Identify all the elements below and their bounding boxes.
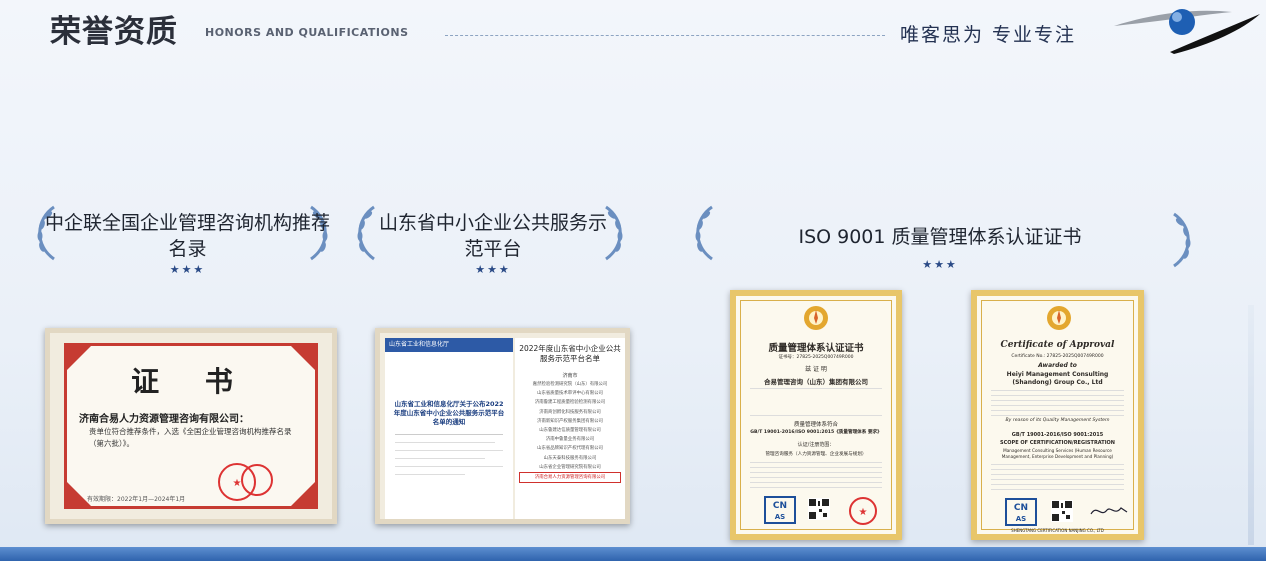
svg-text:★: ★ [233, 478, 242, 489]
document-title: 山东省工业和信息化厅关于公布2022年度山东省中小企业公共服务示范平台名单的通知 [393, 400, 505, 426]
side-strip [1248, 305, 1254, 545]
slogan: 唯客思为 专业专注 [900, 24, 1077, 46]
list-item: 山东天泰科技服务有限公司 [543, 455, 597, 461]
star-rating: ★★★ [475, 263, 511, 276]
list-item: 济南鲁建工程质量检验检测有限公司 [534, 400, 606, 406]
header-divider [445, 35, 885, 36]
certificate-image-demonstration-platform: 山东省工业和信息化厅 山东省工业和信息化厅关于公布2022年度山东省中小企业公共… [375, 328, 630, 524]
list-item: 济南新知识产权服务集团有限公司 [537, 418, 603, 424]
certificate-standard: GB/T 19001-2016/ISO 9001:2015 [1011, 432, 1104, 438]
red-seal-icon: ★ [218, 463, 273, 501]
qr-code-icon [808, 498, 830, 520]
svg-text:CN: CN [1014, 503, 1028, 513]
svg-text:AS: AS [1016, 515, 1026, 523]
certificate-scope-title: SCOPE OF CERTIFICATION/REGISTRATION [1000, 440, 1115, 446]
laurel-left-icon [357, 205, 375, 261]
certificate-image-iso-english: Certificate of Approval Certificate No.:… [971, 290, 1144, 540]
certificate-purpose: By reason of its Quality Management Syst… [1005, 418, 1110, 423]
list-item: 山东鲁建达信质量管理有限公司 [539, 428, 601, 434]
svg-text:★: ★ [859, 507, 868, 518]
certificate-company: Heiyi Management Consulting (Shandong) G… [1006, 371, 1109, 386]
list-item: 山东省质量技术审评中心有限公司 [537, 391, 603, 397]
red-seal-icon: ★ [849, 497, 877, 525]
page-subtitle: HONORS AND QUALIFICATIONS [205, 26, 409, 39]
certificate-image-iso-chinese: 质量管理体系认证证书 证书号：27825-2025Q00749R000 兹 证 … [730, 290, 902, 540]
bottom-accent-bar [0, 547, 1266, 561]
document-header: 山东省工业和信息化厅 [385, 338, 513, 352]
certificate-company: 济南合易人力资源管理咨询有限公司： [79, 414, 249, 425]
certificate-proof: 兹 证 明 [805, 366, 827, 373]
svg-text:CN: CN [773, 501, 787, 511]
certificate-awarded: Awarded to [1038, 362, 1077, 369]
laurel-left-icon [695, 205, 713, 261]
list-city: 济南市 [562, 373, 578, 379]
list-item: 嘉然检验检测研究院（山东）有限公司 [532, 382, 608, 387]
star-rating: ★★★ [922, 258, 958, 271]
list-items: 嘉然检验检测研究院（山东）有限公司 山东省质量技术审评中心有限公司 济南鲁建工程… [519, 380, 621, 484]
laurel-right-icon [1173, 212, 1191, 268]
certificate-number: Certificate No.: 27825-2025Q00749R000 [1011, 354, 1104, 359]
certificate-image-recommendation: 证 书 济南合易人力资源管理咨询有限公司： 贵单位符合推荐条件，入选《全国企业管… [45, 328, 337, 524]
certificate-body: 贵单位符合推荐条件，入选《全国企业管理咨询机构推荐名录（第六批）》。 [89, 427, 292, 448]
certificate-standard-label: 质量管理体系符合 [793, 422, 838, 428]
list-item: 济南中鲁量业务有限公司 [545, 437, 595, 443]
certificate-title: Certificate of Approval [1000, 340, 1115, 350]
certificate-title: 质量管理体系认证证书 [768, 343, 864, 354]
certificate-scope: Management Consulting Services (Human Re… [1001, 448, 1114, 459]
list-item: 山东省品牌知识产权代理有限公司 [537, 446, 603, 452]
certificate-company: 合易管理咨询（山东）集团有限公司 [764, 378, 868, 386]
star-rating: ★★★ [169, 263, 206, 276]
certificate-heading: 证 书 [131, 365, 251, 398]
signature-icon [1090, 507, 1128, 515]
certificate-scope: 管理咨询服务（人力资源管理、企业发展与规划） [765, 452, 867, 457]
accreditation-logo-icon: CN AS [1005, 498, 1037, 526]
award-title: 中企联全国企业管理咨询机构推荐名录 [45, 212, 331, 260]
award-title: ISO 9001 质量管理体系认证证书 [798, 226, 1082, 248]
award-title: 山东省中小企业公共服务示范平台 [378, 212, 607, 260]
certification-emblem-icon [1047, 306, 1071, 330]
certificate-issuer: SHENGTANG CERTIFICATION NANJING CO., LTD [1011, 528, 1104, 533]
corner-ornament-icon [291, 482, 315, 506]
list-title: 2022年度山东省中小企业公共服务示范平台名单 [519, 344, 621, 363]
accreditation-logo-icon: CN AS [764, 496, 796, 524]
certificate-date: 有效期限：2022年1月—2024年1月 [87, 496, 186, 503]
page-title: 荣誉资质 [50, 14, 178, 50]
list-item: 济南商创孵化科技服务有限公司 [539, 409, 601, 415]
certificate-number: 证书号：27825-2025Q00749R000 [778, 355, 854, 360]
certificate-scope-label: 认证/注册范围： [797, 442, 835, 448]
brand-swoosh-logo [1114, 9, 1260, 54]
qr-code-icon [1051, 500, 1073, 522]
certificate-standard: GB/T 19001-2016/ISO 9001:2015《质量管理体系 要求》 [750, 430, 882, 435]
list-item: 山东省企业管理研究院有限公司 [539, 464, 601, 470]
list-item-highlighted: 济南合易人力资源管理咨询有限公司 [519, 472, 621, 484]
svg-text:AS: AS [775, 513, 785, 521]
certification-emblem-icon [804, 306, 828, 330]
